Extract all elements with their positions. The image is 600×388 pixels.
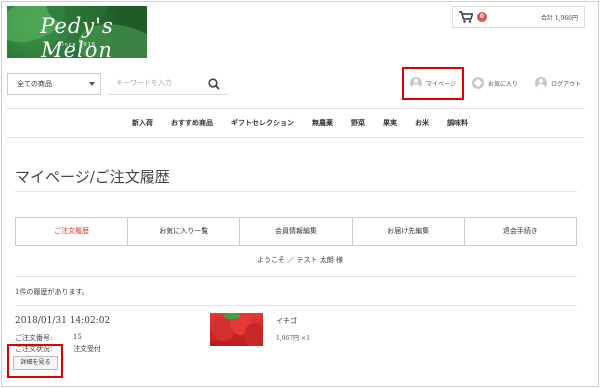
tab-withdraw[interactable]: 退会手続き [465,218,576,245]
category-select[interactable]: 全ての商品 [7,73,101,95]
order-status: 注文受付 [73,345,101,353]
favorites-label: お気に入り [488,80,519,88]
lock-icon [535,77,547,89]
tab-order-history[interactable]: ご注文履歴 [16,218,129,245]
history-count: 1件の履歴があります。 [15,288,89,296]
nav-item-new[interactable]: 新入荷 [123,112,162,134]
nav-item-seasoning[interactable]: 調味料 [438,112,477,134]
nav-item-organic[interactable]: 無農薬 [303,112,342,134]
search-icon[interactable] [208,78,220,90]
brand-since: Since 2016 [58,42,96,48]
cart-icon [459,11,473,23]
order-number-label: ご注文番号: [15,334,53,342]
highlight-box-mypage [402,67,464,100]
page-title: マイページ/ご注文履歴 [15,168,170,186]
product-image[interactable] [210,313,263,346]
logout-link[interactable]: ログアウト [535,76,581,90]
order-number-row: ご注文番号: 15 [15,333,82,343]
nav-item-fruits[interactable]: 果実 [374,112,406,134]
product-price: 1,967円 ×1 [276,335,310,342]
chevron-down-icon [89,82,95,86]
brand-name: Pedy's Melon [40,14,114,58]
site-logo[interactable]: Pedy's Melon Since 2016 [7,6,147,58]
nav-item-recommended[interactable]: おすすめ商品 [162,112,222,134]
tab-delivery-address[interactable]: お届け先編集 [353,218,465,245]
divider [15,305,577,306]
tab-favorites[interactable]: お気に入り一覧 [128,218,241,245]
logout-label: ログアウト [551,80,582,88]
welcome-message: ようこそ ／ テスト 太朗 様 [257,256,343,264]
product-name[interactable]: イチゴ [276,316,297,326]
mypage-tabs: ご注文履歴 お気に入り一覧 会員情報編集 お届け先編集 退会手続き [15,217,577,246]
divider [15,276,577,277]
nav-item-rice[interactable]: お米 [406,112,438,134]
category-nav: 新入荷 おすすめ商品 ギフトセレクション 無農薬 野菜 果実 お米 調味料 [0,112,600,134]
category-select-value: 全ての商品 [17,80,52,88]
divider [7,108,585,109]
divider [15,191,577,192]
tab-member-info[interactable]: 会員情報編集 [240,218,353,245]
order-date: 2018/01/31 14:02:02 [15,316,111,326]
highlight-box-detail [7,344,63,378]
cart-button[interactable]: 0 合計 1,966円 [452,6,585,28]
divider [7,137,585,138]
cart-total: 合計 1,966円 [540,14,578,22]
favorites-link[interactable]: お気に入り [472,76,518,90]
order-number: 15 [73,333,82,341]
nav-item-gift[interactable]: ギフトセレクション [222,112,303,134]
cart-count-badge: 0 [477,12,487,22]
nav-item-vegetables[interactable]: 野菜 [342,112,374,134]
page-frame [1,1,599,387]
heart-icon [472,77,484,89]
search-placeholder: キーワードを入力 [116,79,172,87]
